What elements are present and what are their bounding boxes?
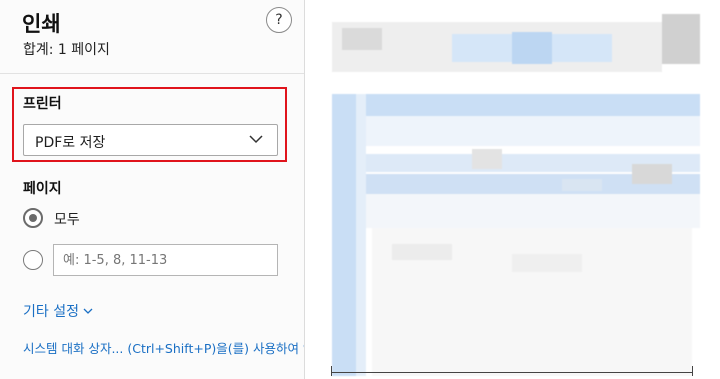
page-count-summary: 합계: 1 페이지 [23, 42, 110, 58]
printer-selected-value: PDF로 저장 [35, 135, 106, 151]
printer-dropdown[interactable]: PDF로 저장 [23, 124, 278, 156]
pages-all-radio[interactable] [23, 208, 43, 228]
printer-label: 프린터 [23, 96, 62, 112]
preview-right-mark [692, 366, 693, 376]
system-dialog-link[interactable]: 시스템 대화 상자... (Ctrl+Shift+P)을(를) 사용하여 인 [23, 338, 304, 357]
preview-page-thumbnail [332, 14, 700, 376]
more-settings-label: 기타 설정 [23, 304, 79, 320]
more-settings-link[interactable]: 기타 설정 [23, 301, 93, 321]
pages-all-label: 모두 [54, 212, 80, 228]
pages-label: 페이지 [23, 181, 62, 197]
print-settings-panel: 인쇄 합계: 1 페이지 ? 프린터 PDF로 저장 페이지 모두 기타 설정 … [0, 0, 305, 379]
help-button[interactable]: ? [266, 7, 292, 33]
preview-left-mark [331, 366, 332, 376]
header-divider [0, 73, 304, 74]
chevron-down-icon [249, 135, 263, 144]
preview-bottom-rule [331, 372, 693, 373]
page-range-input[interactable] [53, 244, 278, 276]
dialog-title: 인쇄 [22, 12, 61, 36]
chevron-down-icon [83, 308, 93, 314]
pages-custom-radio[interactable] [23, 250, 43, 270]
